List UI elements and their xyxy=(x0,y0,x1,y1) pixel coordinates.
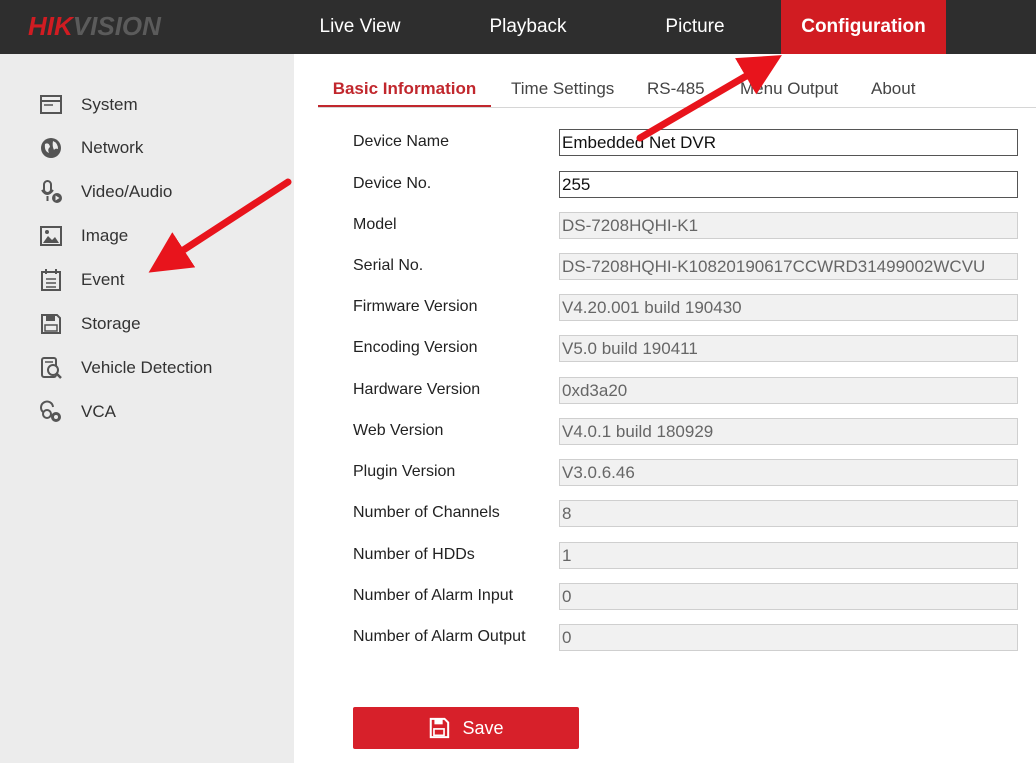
form-row-device-no: Device No. 255 xyxy=(353,171,1036,201)
number-of-hdds-label: Number of HDDs xyxy=(353,546,475,563)
form-row-number-of-alarm-input: Number of Alarm Input 0 xyxy=(353,583,1036,613)
serial-no-field: DS-7208HQHI-K10820190617CCWRD31499002WCV… xyxy=(559,253,1018,280)
tab-about[interactable]: About xyxy=(871,76,915,106)
video-audio-icon xyxy=(38,179,64,205)
sidebar-item-label: Video/Audio xyxy=(81,182,173,201)
number-of-hdds-field: 1 xyxy=(559,542,1018,569)
number-of-alarm-output-field: 0 xyxy=(559,624,1018,651)
nav-picture[interactable]: Picture xyxy=(635,0,755,54)
device-no-input[interactable]: 255 xyxy=(559,171,1018,198)
number-of-alarm-input-field: 0 xyxy=(559,583,1018,610)
web-version-label: Web Version xyxy=(353,422,444,439)
encoding-version-label: Encoding Version xyxy=(353,339,478,356)
tab-rs-485[interactable]: RS-485 xyxy=(647,76,705,106)
vehicle-detection-icon xyxy=(38,355,64,381)
firmware-version-label: Firmware Version xyxy=(353,298,478,315)
sidebar-item-label: Network xyxy=(81,138,144,157)
hardware-version-field: 0xd3a20 xyxy=(559,377,1018,404)
sidebar-item-label: Storage xyxy=(81,314,141,333)
vca-icon xyxy=(38,399,64,425)
sidebar-item-label: Event xyxy=(81,270,125,289)
form-row-web-version: Web Version V4.0.1 build 180929 xyxy=(353,418,1036,448)
plugin-version-field: V3.0.6.46 xyxy=(559,459,1018,486)
sidebar-item-event[interactable]: Event xyxy=(38,265,278,295)
form-row-serial-no: Serial No. DS-7208HQHI-K10820190617CCWRD… xyxy=(353,253,1036,283)
storage-icon xyxy=(38,311,64,337)
sidebar-item-video-audio[interactable]: Video/Audio xyxy=(38,177,278,207)
web-version-field: V4.0.1 build 180929 xyxy=(559,418,1018,445)
sidebar-item-label: System xyxy=(81,95,138,114)
system-icon xyxy=(38,92,64,118)
device-name-input[interactable]: Embedded Net DVR xyxy=(559,129,1018,156)
nav-playback[interactable]: Playback xyxy=(468,0,588,54)
save-button-label: Save xyxy=(462,717,504,738)
serial-no-label: Serial No. xyxy=(353,257,424,274)
save-icon xyxy=(428,717,462,739)
form-row-number-of-alarm-output: Number of Alarm Output 0 xyxy=(353,624,1036,654)
event-icon xyxy=(38,267,64,293)
sidebar-item-label: Image xyxy=(81,226,129,245)
form-row-device-name: Device Name Embedded Net DVR xyxy=(353,129,1036,159)
number-of-alarm-output-label: Number of Alarm Output xyxy=(353,628,526,645)
number-of-alarm-input-label: Number of Alarm Input xyxy=(353,587,514,604)
nav-configuration[interactable]: Configuration xyxy=(781,0,946,54)
sidebar-item-storage[interactable]: Storage xyxy=(38,309,278,339)
top-navigation-bar: HIKVISION Live View Playback Picture Con… xyxy=(0,0,1036,54)
encoding-version-field: V5.0 build 190411 xyxy=(559,335,1018,362)
sidebar-item-image[interactable]: Image xyxy=(38,221,278,251)
sidebar: System Network Video/Audio Image Event S… xyxy=(0,54,294,763)
form-row-firmware-version: Firmware Version V4.20.001 build 190430 xyxy=(353,294,1036,324)
sidebar-item-system[interactable]: System xyxy=(38,90,278,120)
form-row-number-of-hdds: Number of HDDs 1 xyxy=(353,542,1036,572)
sidebar-item-vca[interactable]: VCA xyxy=(38,397,278,427)
hikvision-logo: HIKVISION xyxy=(28,11,161,41)
model-label: Model xyxy=(353,216,397,233)
tab-divider xyxy=(318,107,1036,108)
tab-menu-output[interactable]: Menu Output xyxy=(740,76,838,106)
plugin-version-label: Plugin Version xyxy=(353,463,456,480)
device-name-label: Device Name xyxy=(353,133,450,150)
hardware-version-label: Hardware Version xyxy=(353,381,481,398)
number-of-channels-field: 8 xyxy=(559,500,1018,527)
model-field: DS-7208HQHI-K1 xyxy=(559,212,1018,239)
image-icon xyxy=(38,223,64,249)
form-row-model: Model DS-7208HQHI-K1 xyxy=(353,212,1036,242)
number-of-channels-label: Number of Channels xyxy=(353,504,500,521)
sidebar-item-label: Vehicle Detection xyxy=(81,358,213,377)
form-row-encoding-version: Encoding Version V5.0 build 190411 xyxy=(353,335,1036,365)
device-no-label: Device No. xyxy=(353,175,432,192)
tab-time-settings[interactable]: Time Settings xyxy=(511,76,614,106)
form-row-number-of-channels: Number of Channels 8 xyxy=(353,500,1036,530)
sidebar-item-network[interactable]: Network xyxy=(38,133,278,163)
form-row-plugin-version: Plugin Version V3.0.6.46 xyxy=(353,459,1036,489)
form-row-hardware-version: Hardware Version 0xd3a20 xyxy=(353,377,1036,407)
tab-basic-information[interactable]: Basic Information xyxy=(318,76,491,108)
nav-live-view[interactable]: Live View xyxy=(300,0,420,54)
firmware-version-field: V4.20.001 build 190430 xyxy=(559,294,1018,321)
sidebar-item-vehicle-detection[interactable]: Vehicle Detection xyxy=(38,353,278,383)
save-button[interactable]: Save xyxy=(353,707,579,749)
network-icon xyxy=(38,135,64,161)
sidebar-item-label: VCA xyxy=(81,402,116,421)
